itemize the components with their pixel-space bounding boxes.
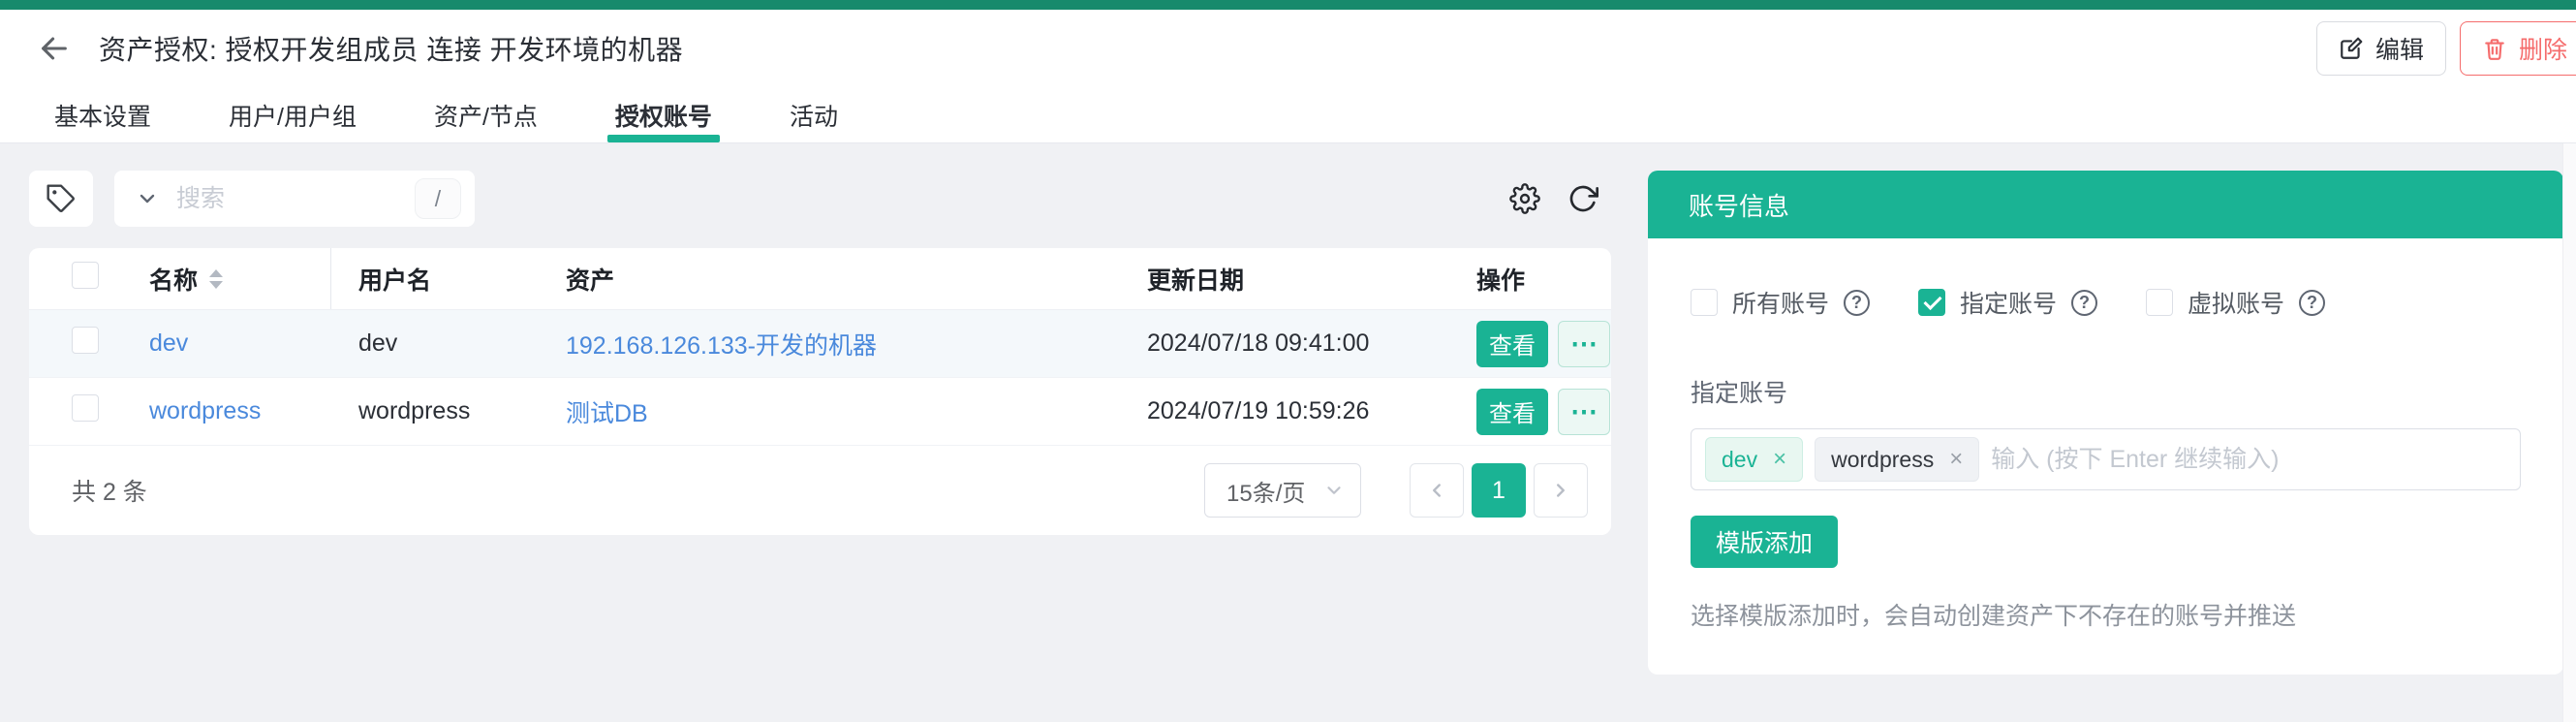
- accounts-table: 名称 用户名 资产 更新日期 操作 dev dev 192.168.126.13…: [29, 248, 1611, 535]
- tab-authorized-accounts[interactable]: 授权账号: [615, 87, 712, 142]
- account-type-options: 所有账号 ? 指定账号 ? 虚拟账号 ?: [1691, 285, 2521, 320]
- search-box[interactable]: /: [114, 171, 475, 227]
- remove-chip-icon[interactable]: ×: [1949, 448, 1963, 471]
- row-checkbox[interactable]: [72, 394, 99, 422]
- asset-link[interactable]: 192.168.126.133-开发的机器: [566, 332, 877, 360]
- total-count: 共 2 条: [72, 473, 147, 508]
- select-all-checkbox[interactable]: [72, 262, 99, 289]
- edit-button-label: 编辑: [2375, 31, 2424, 66]
- all-accounts-checkbox[interactable]: [1691, 289, 1718, 316]
- option-virtual-accounts[interactable]: 虚拟账号 ?: [2146, 285, 2325, 320]
- page-header: 资产授权: 授权开发组成员 连接 开发环境的机器 编辑 删除: [0, 10, 2576, 87]
- refresh-button[interactable]: [1561, 176, 1605, 221]
- trash-icon: [2482, 36, 2507, 61]
- panel-title: 账号信息: [1648, 171, 2563, 238]
- search-input[interactable]: [176, 185, 397, 213]
- chevron-down-icon[interactable]: [136, 187, 159, 210]
- account-name-link[interactable]: dev: [149, 330, 188, 357]
- column-header-asset: 资产: [539, 262, 1120, 297]
- content-area: / 名称: [0, 143, 2576, 722]
- tab-assets-nodes[interactable]: 资产/节点: [434, 87, 538, 142]
- page-number-button[interactable]: 1: [1472, 463, 1526, 518]
- chevron-left-icon: [1426, 480, 1447, 501]
- option-label: 所有账号: [1732, 285, 1829, 320]
- updated-cell: 2024/07/19 10:59:26: [1120, 397, 1449, 425]
- asset-link[interactable]: 测试DB: [566, 400, 648, 427]
- table-settings-button[interactable]: [1503, 176, 1547, 221]
- username-cell: wordpress: [331, 397, 539, 425]
- prev-page-button[interactable]: [1410, 463, 1464, 518]
- template-helper-text: 选择模版添加时，会自动创建资产下不存在的账号并推送: [1691, 597, 2521, 632]
- table-header-row: 名称 用户名 资产 更新日期 操作: [29, 248, 1611, 310]
- arrow-left-icon: [38, 32, 71, 65]
- username-cell: dev: [331, 330, 539, 358]
- column-header-username: 用户名: [331, 262, 539, 297]
- edit-button[interactable]: 编辑: [2316, 21, 2446, 76]
- edit-icon: [2339, 36, 2364, 61]
- scrollbar-gutter[interactable]: [2562, 143, 2576, 722]
- tab-bar: 基本设置 用户/用户组 资产/节点 授权账号 活动: [0, 87, 2576, 143]
- chevron-right-icon: [1550, 480, 1571, 501]
- chip-label: dev: [1722, 447, 1757, 473]
- chevron-down-icon: [1323, 480, 1345, 501]
- page-title: 资产授权: 授权开发组成员 连接 开发环境的机器: [99, 29, 683, 68]
- pagination-bar: 共 2 条 15条/页 1: [29, 446, 1611, 535]
- accounts-list-section: / 名称: [29, 171, 1611, 722]
- table-row: wordpress wordpress 测试DB 2024/07/19 10:5…: [29, 378, 1611, 446]
- top-accent-bar: [0, 0, 2576, 10]
- account-chip[interactable]: wordpress ×: [1815, 437, 1979, 482]
- template-add-button[interactable]: 模版添加: [1691, 516, 1838, 568]
- option-label: 虚拟账号: [2188, 285, 2284, 320]
- view-button[interactable]: 查看: [1476, 321, 1548, 367]
- view-button[interactable]: 查看: [1476, 389, 1548, 435]
- refresh-icon: [1567, 183, 1598, 214]
- updated-cell: 2024/07/18 09:41:00: [1120, 330, 1449, 358]
- column-header-actions: 操作: [1449, 262, 1611, 297]
- table-toolbar: /: [29, 171, 1611, 227]
- help-icon[interactable]: ?: [2299, 290, 2325, 316]
- gear-icon: [1509, 183, 1540, 214]
- delete-button-label: 删除: [2519, 31, 2567, 66]
- account-info-panel: 账号信息 所有账号 ? 指定账号 ? 虚拟账号 ? 指: [1648, 171, 2563, 675]
- help-icon[interactable]: ?: [1844, 290, 1870, 316]
- account-name-link[interactable]: wordpress: [149, 397, 261, 424]
- option-all-accounts[interactable]: 所有账号 ?: [1691, 285, 1870, 320]
- tag-icon: [46, 183, 77, 214]
- tab-basic-settings[interactable]: 基本设置: [54, 87, 151, 142]
- remove-chip-icon[interactable]: ×: [1773, 448, 1786, 471]
- delete-button[interactable]: 删除: [2460, 21, 2576, 76]
- table-row: dev dev 192.168.126.133-开发的机器 2024/07/18…: [29, 310, 1611, 378]
- option-specified-accounts[interactable]: 指定账号 ?: [1918, 285, 2097, 320]
- tab-users-groups[interactable]: 用户/用户组: [229, 87, 357, 142]
- more-actions-button[interactable]: ⋯: [1558, 389, 1610, 435]
- page-size-value: 15条/页: [1226, 474, 1305, 508]
- chip-label: wordpress: [1831, 447, 1934, 473]
- option-label: 指定账号: [1960, 285, 2057, 320]
- specified-accounts-checkbox[interactable]: [1918, 289, 1945, 316]
- accounts-tag-input[interactable]: dev × wordpress ×: [1691, 428, 2521, 490]
- virtual-accounts-checkbox[interactable]: [2146, 289, 2173, 316]
- help-icon[interactable]: ?: [2071, 290, 2097, 316]
- search-shortcut-badge: /: [415, 178, 461, 219]
- more-actions-button[interactable]: ⋯: [1558, 321, 1610, 367]
- row-checkbox[interactable]: [72, 327, 99, 354]
- column-header-updated: 更新日期: [1120, 262, 1449, 297]
- column-header-name: 名称: [149, 262, 198, 297]
- specified-accounts-label: 指定账号: [1691, 374, 2521, 409]
- page-size-select[interactable]: 15条/页: [1204, 463, 1361, 518]
- sort-icon[interactable]: [209, 269, 223, 289]
- tab-activity[interactable]: 活动: [790, 87, 838, 142]
- account-chip[interactable]: dev ×: [1705, 437, 1803, 482]
- account-input[interactable]: [1991, 446, 2506, 474]
- next-page-button[interactable]: [1534, 463, 1588, 518]
- back-button[interactable]: [37, 31, 72, 66]
- tag-filter-button[interactable]: [29, 171, 93, 227]
